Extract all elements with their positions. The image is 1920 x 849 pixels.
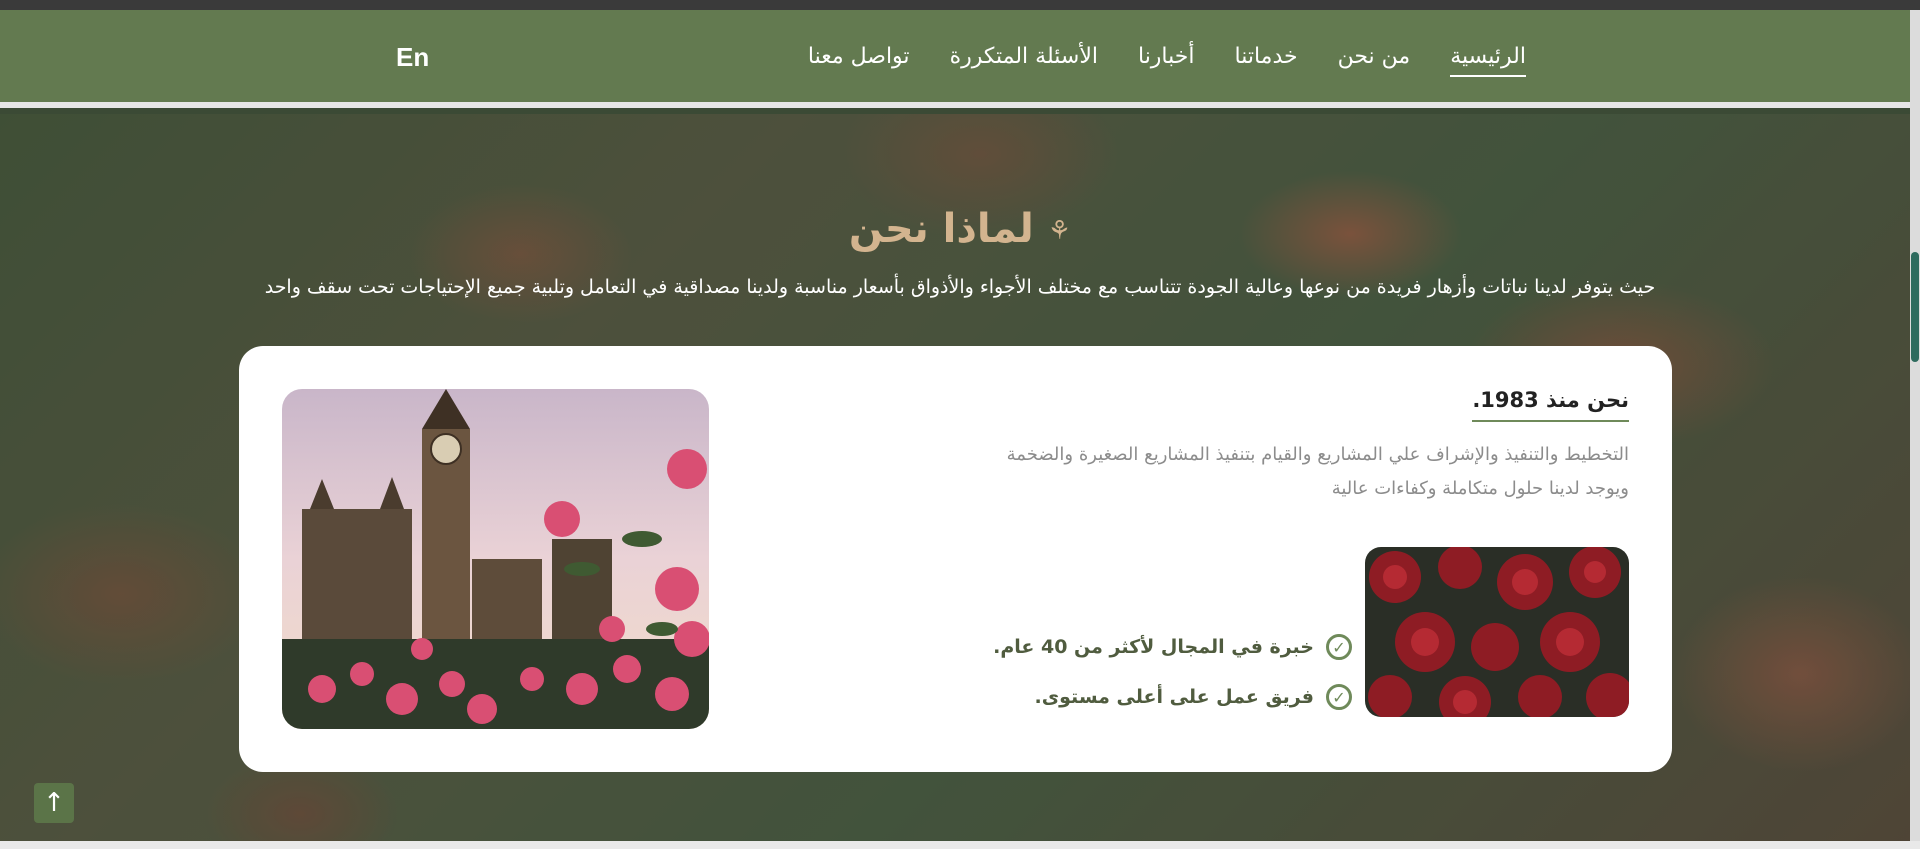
browser-top-strip	[0, 0, 1920, 10]
feature-text: فريق عمل على أعلى مستوى.	[1034, 686, 1314, 708]
check-icon: ✓	[1326, 634, 1352, 660]
nav-item-about[interactable]: من نحن	[1338, 44, 1411, 69]
scroll-to-top-button[interactable]: ↑	[34, 783, 74, 823]
section-subtitle: حيث يتوفر لدينا نباتات وأزهار فريدة من ن…	[264, 276, 1656, 298]
check-icon: ✓	[1326, 684, 1352, 710]
about-card: نحن منذ 1983. التخطيط والتنفيذ والإشراف …	[239, 346, 1672, 772]
feature-team: ✓ فريق عمل على أعلى مستوى.	[1035, 684, 1352, 710]
card-description-line2: ويوجد لدينا حلول متكاملة وكفاءات عالية	[1331, 478, 1629, 499]
scrollbar-thumb[interactable]	[1911, 252, 1919, 362]
card-description-line1: التخطيط والتنفيذ والإشراف علي المشاريع و…	[1006, 444, 1629, 465]
nav-item-news[interactable]: أخبارنا	[1138, 44, 1195, 69]
arrow-up-icon: ↑	[43, 788, 65, 818]
navbar: الرئيسية من نحن خدماتنا أخبارنا الأسئلة …	[0, 10, 1920, 108]
card-heading: نحن منذ 1983.	[1472, 388, 1629, 422]
nav-item-home[interactable]: الرئيسية	[1450, 44, 1526, 77]
nav-item-faq[interactable]: الأسئلة المتكررة	[950, 44, 1098, 69]
section-title: ⚘ لماذا نحن	[0, 206, 1920, 252]
card-description: التخطيط والتنفيذ والإشراف علي المشاريع و…	[929, 438, 1629, 506]
language-toggle[interactable]: En	[396, 42, 429, 73]
section-title-text: لماذا نحن	[848, 206, 1034, 252]
nav-item-contact[interactable]: تواصل معنا	[808, 44, 910, 69]
scrollbar[interactable]	[1910, 10, 1920, 849]
why-us-section: ⚘ لماذا نحن حيث يتوفر لدينا نباتات وأزهار…	[0, 114, 1920, 849]
lotus-icon: ⚘	[1047, 216, 1072, 246]
nav-menu: الرئيسية من نحن خدماتنا أخبارنا الأسئلة …	[726, 10, 1526, 102]
bottom-strip	[0, 841, 1920, 849]
big-ben-roses-image	[282, 389, 709, 729]
feature-text: خبرة في المجال لأكثر من 40 عام.	[993, 636, 1314, 658]
red-roses-image	[1365, 547, 1629, 717]
nav-item-services[interactable]: خدماتنا	[1235, 44, 1298, 69]
feature-experience: ✓ خبرة في المجال لأكثر من 40 عام.	[993, 634, 1352, 660]
